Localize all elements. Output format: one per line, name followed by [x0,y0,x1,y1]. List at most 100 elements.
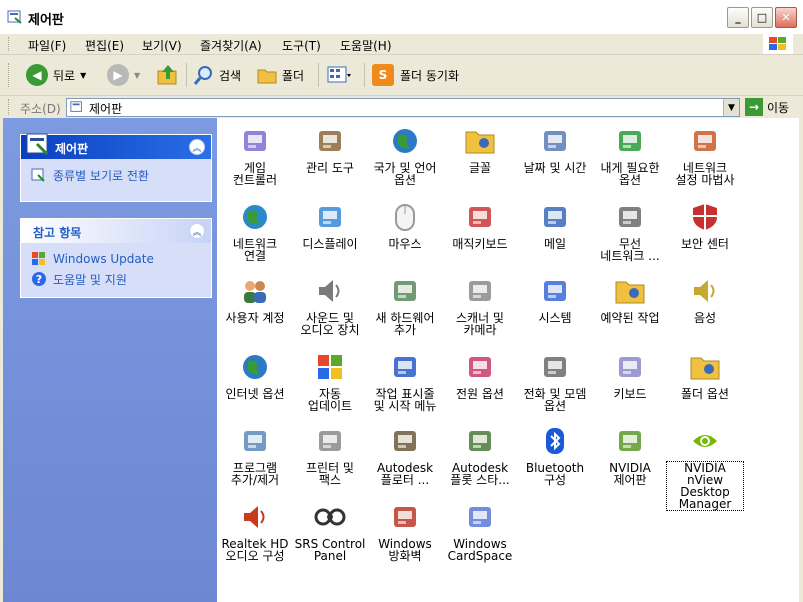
add-remove-programs-icon [238,424,272,458]
cp-item-bluetooth[interactable]: Bluetooth 구성 [517,424,593,486]
collapse-chevron-icon[interactable]: ︽ [189,139,205,155]
cp-item-cardspace[interactable]: Windows CardSpace [442,500,518,562]
cp-item-nvidia-logo[interactable]: NVIDIA nView Desktop Manager [666,424,744,511]
up-folder-button[interactable] [156,63,180,87]
cp-item-label: 네트워크 연결 [232,237,278,263]
windows-update-link[interactable]: Windows Update [31,249,201,269]
address-input[interactable]: 제어판 ▼ [66,98,740,117]
cp-item-label: Windows 방화벽 [378,537,432,563]
cp-item-add-remove-programs[interactable]: 프로그램 추가/제거 [217,424,293,486]
cp-item-windows-flag[interactable]: 자동 업데이트 [292,350,368,412]
title-bar[interactable]: 제어판 _ □ ✕ [0,0,803,35]
cp-item-magic-keyboard[interactable]: 매직키보드 [442,200,518,250]
menu-tools[interactable]: 도구(T) [282,37,321,54]
switch-to-category-view-link[interactable]: 종류별 보기로 전환 [31,165,201,185]
cp-item-clock[interactable]: 날짜 및 시간 [517,124,593,174]
addressbar-grip[interactable] [8,99,12,115]
cp-item-system[interactable]: 시스템 [517,274,593,324]
menu-favorites[interactable]: 즐겨찾기(A) [200,37,262,54]
menu-view[interactable]: 보기(V) [142,37,182,54]
cp-item-label: Autodesk 플롯 스타... [450,461,510,487]
add-hardware-icon [388,274,422,308]
cp-item-label: 음성 [693,311,717,325]
cp-item-home-network[interactable]: 네트워크 설정 마법사 [667,124,743,186]
cp-item-scanner[interactable]: 스캐너 및 카메라 [442,274,518,336]
back-button[interactable]: ◀ 뒤로 ▼ [26,63,86,87]
cp-item-wireless[interactable]: 무선 네트워크 ... [592,200,668,262]
home-network-icon [688,124,722,158]
internet-options-icon [238,350,272,384]
cp-item-fonts-folder[interactable]: 글꼴 [442,124,518,174]
cp-item-firewall[interactable]: Windows 방화벽 [367,500,443,562]
magic-keyboard-icon [463,200,497,234]
menubar-grip[interactable] [8,37,12,51]
cp-item-printer[interactable]: 프린터 및 팩스 [292,424,368,486]
address-dropdown-icon[interactable]: ▼ [723,99,739,116]
sync-icon: S [372,64,394,86]
help-and-support-link[interactable]: ? 도움말 및 지원 [31,269,201,289]
standard-toolbar: ◀ 뒤로 ▼ ▶ ▼ 검색 폴더 S 폴더 동기화 [0,55,803,96]
forward-dropdown-icon[interactable]: ▼ [134,71,140,80]
cp-item-speech[interactable]: 음성 [667,274,743,324]
toolbar-grip[interactable] [8,63,12,87]
cp-item-security-shield[interactable]: 보안 센터 [667,200,743,250]
menu-help[interactable]: 도움말(H) [340,37,392,54]
cp-item-gamepad[interactable]: 게임 컨트롤러 [217,124,293,186]
minimize-button[interactable]: _ [727,7,749,28]
cp-item-label: 매직키보드 [452,237,508,251]
folders-icon [257,69,277,84]
cp-item-label: 스캐너 및 카메라 [456,311,504,337]
cp-item-autodesk-plot-style[interactable]: Autodesk 플롯 스타... [442,424,518,486]
keyboard-icon [613,350,647,384]
fonts-folder-icon [463,124,497,158]
maximize-button[interactable]: □ [751,7,773,28]
help-support-label: 도움말 및 지원 [53,272,127,287]
control-panel-large-icon [26,133,49,156]
cp-item-accessibility[interactable]: 내게 필요한 옵션 [592,124,668,186]
cp-item-power[interactable]: 전원 옵션 [442,350,518,400]
cp-item-label: 폴더 옵션 [681,387,729,401]
cp-item-taskbar[interactable]: 작업 표시줄 및 시작 메뉴 [367,350,443,412]
cp-item-keyboard[interactable]: 키보드 [592,350,668,400]
cp-item-label: 게임 컨트롤러 [232,161,278,187]
cp-item-folder-options[interactable]: 폴더 옵션 [667,350,743,400]
see-also-header[interactable]: 참고 항목 ︽ [21,219,211,243]
menu-edit[interactable]: 편집(E) [85,37,124,54]
back-dropdown-icon[interactable]: ▼ [80,71,86,80]
cp-item-srs[interactable]: SRS Control Panel [292,500,368,562]
views-button[interactable] [326,63,352,87]
menu-file[interactable]: 파일(F) [28,37,66,54]
cp-item-admin-tools[interactable]: 관리 도구 [292,124,368,174]
cp-item-label: 키보드 [613,387,647,401]
cp-item-mouse[interactable]: 마우스 [367,200,443,250]
control-panel-box-header[interactable]: 제어판 ︽ [21,133,211,159]
cp-item-autodesk-plotter[interactable]: Autodesk 플로터 ... [367,424,443,486]
forward-button[interactable]: ▶ ▼ [107,63,140,87]
cp-item-users[interactable]: 사용자 계정 [217,274,293,324]
cp-item-globe[interactable]: 국가 및 언어 옵션 [367,124,443,186]
folders-button[interactable]: 폴더 [256,63,304,87]
cp-item-phone-modem[interactable]: 전화 및 모뎀 옵션 [517,350,593,412]
cp-item-internet-options[interactable]: 인터넷 옵션 [217,350,293,400]
cp-item-scheduled-tasks[interactable]: 예약된 작업 [592,274,668,324]
collapse-chevron-icon[interactable]: ︽ [189,223,205,239]
cp-item-display[interactable]: 디스플레이 [292,200,368,250]
cp-item-label: 프로그램 추가/제거 [230,461,280,487]
folder-sync-button[interactable]: S 폴더 동기화 [372,63,459,87]
close-button[interactable]: ✕ [775,7,797,28]
cp-item-mail[interactable]: 메일 [517,200,593,250]
search-button[interactable]: 검색 [193,63,241,87]
control-panel-box-title: 제어판 [55,142,89,156]
cp-item-label: 마우스 [388,237,422,251]
power-icon [463,350,497,384]
cp-item-speaker[interactable]: 사운드 및 오디오 장치 [292,274,368,336]
go-button[interactable]: → 이동 [745,98,789,116]
cp-item-add-hardware[interactable]: 새 하드웨어 추가 [367,274,443,336]
folders-label: 폴더 [282,68,305,83]
realtek-speaker-icon [238,500,272,534]
speaker-icon [313,274,347,308]
cp-item-network-globe[interactable]: 네트워크 연결 [217,200,293,262]
cp-item-label: 디스플레이 [302,237,358,251]
cp-item-realtek-speaker[interactable]: Realtek HD 오디오 구성 [217,500,293,562]
cp-item-nvidia-control-panel[interactable]: NVIDIA 제어판 [592,424,668,486]
